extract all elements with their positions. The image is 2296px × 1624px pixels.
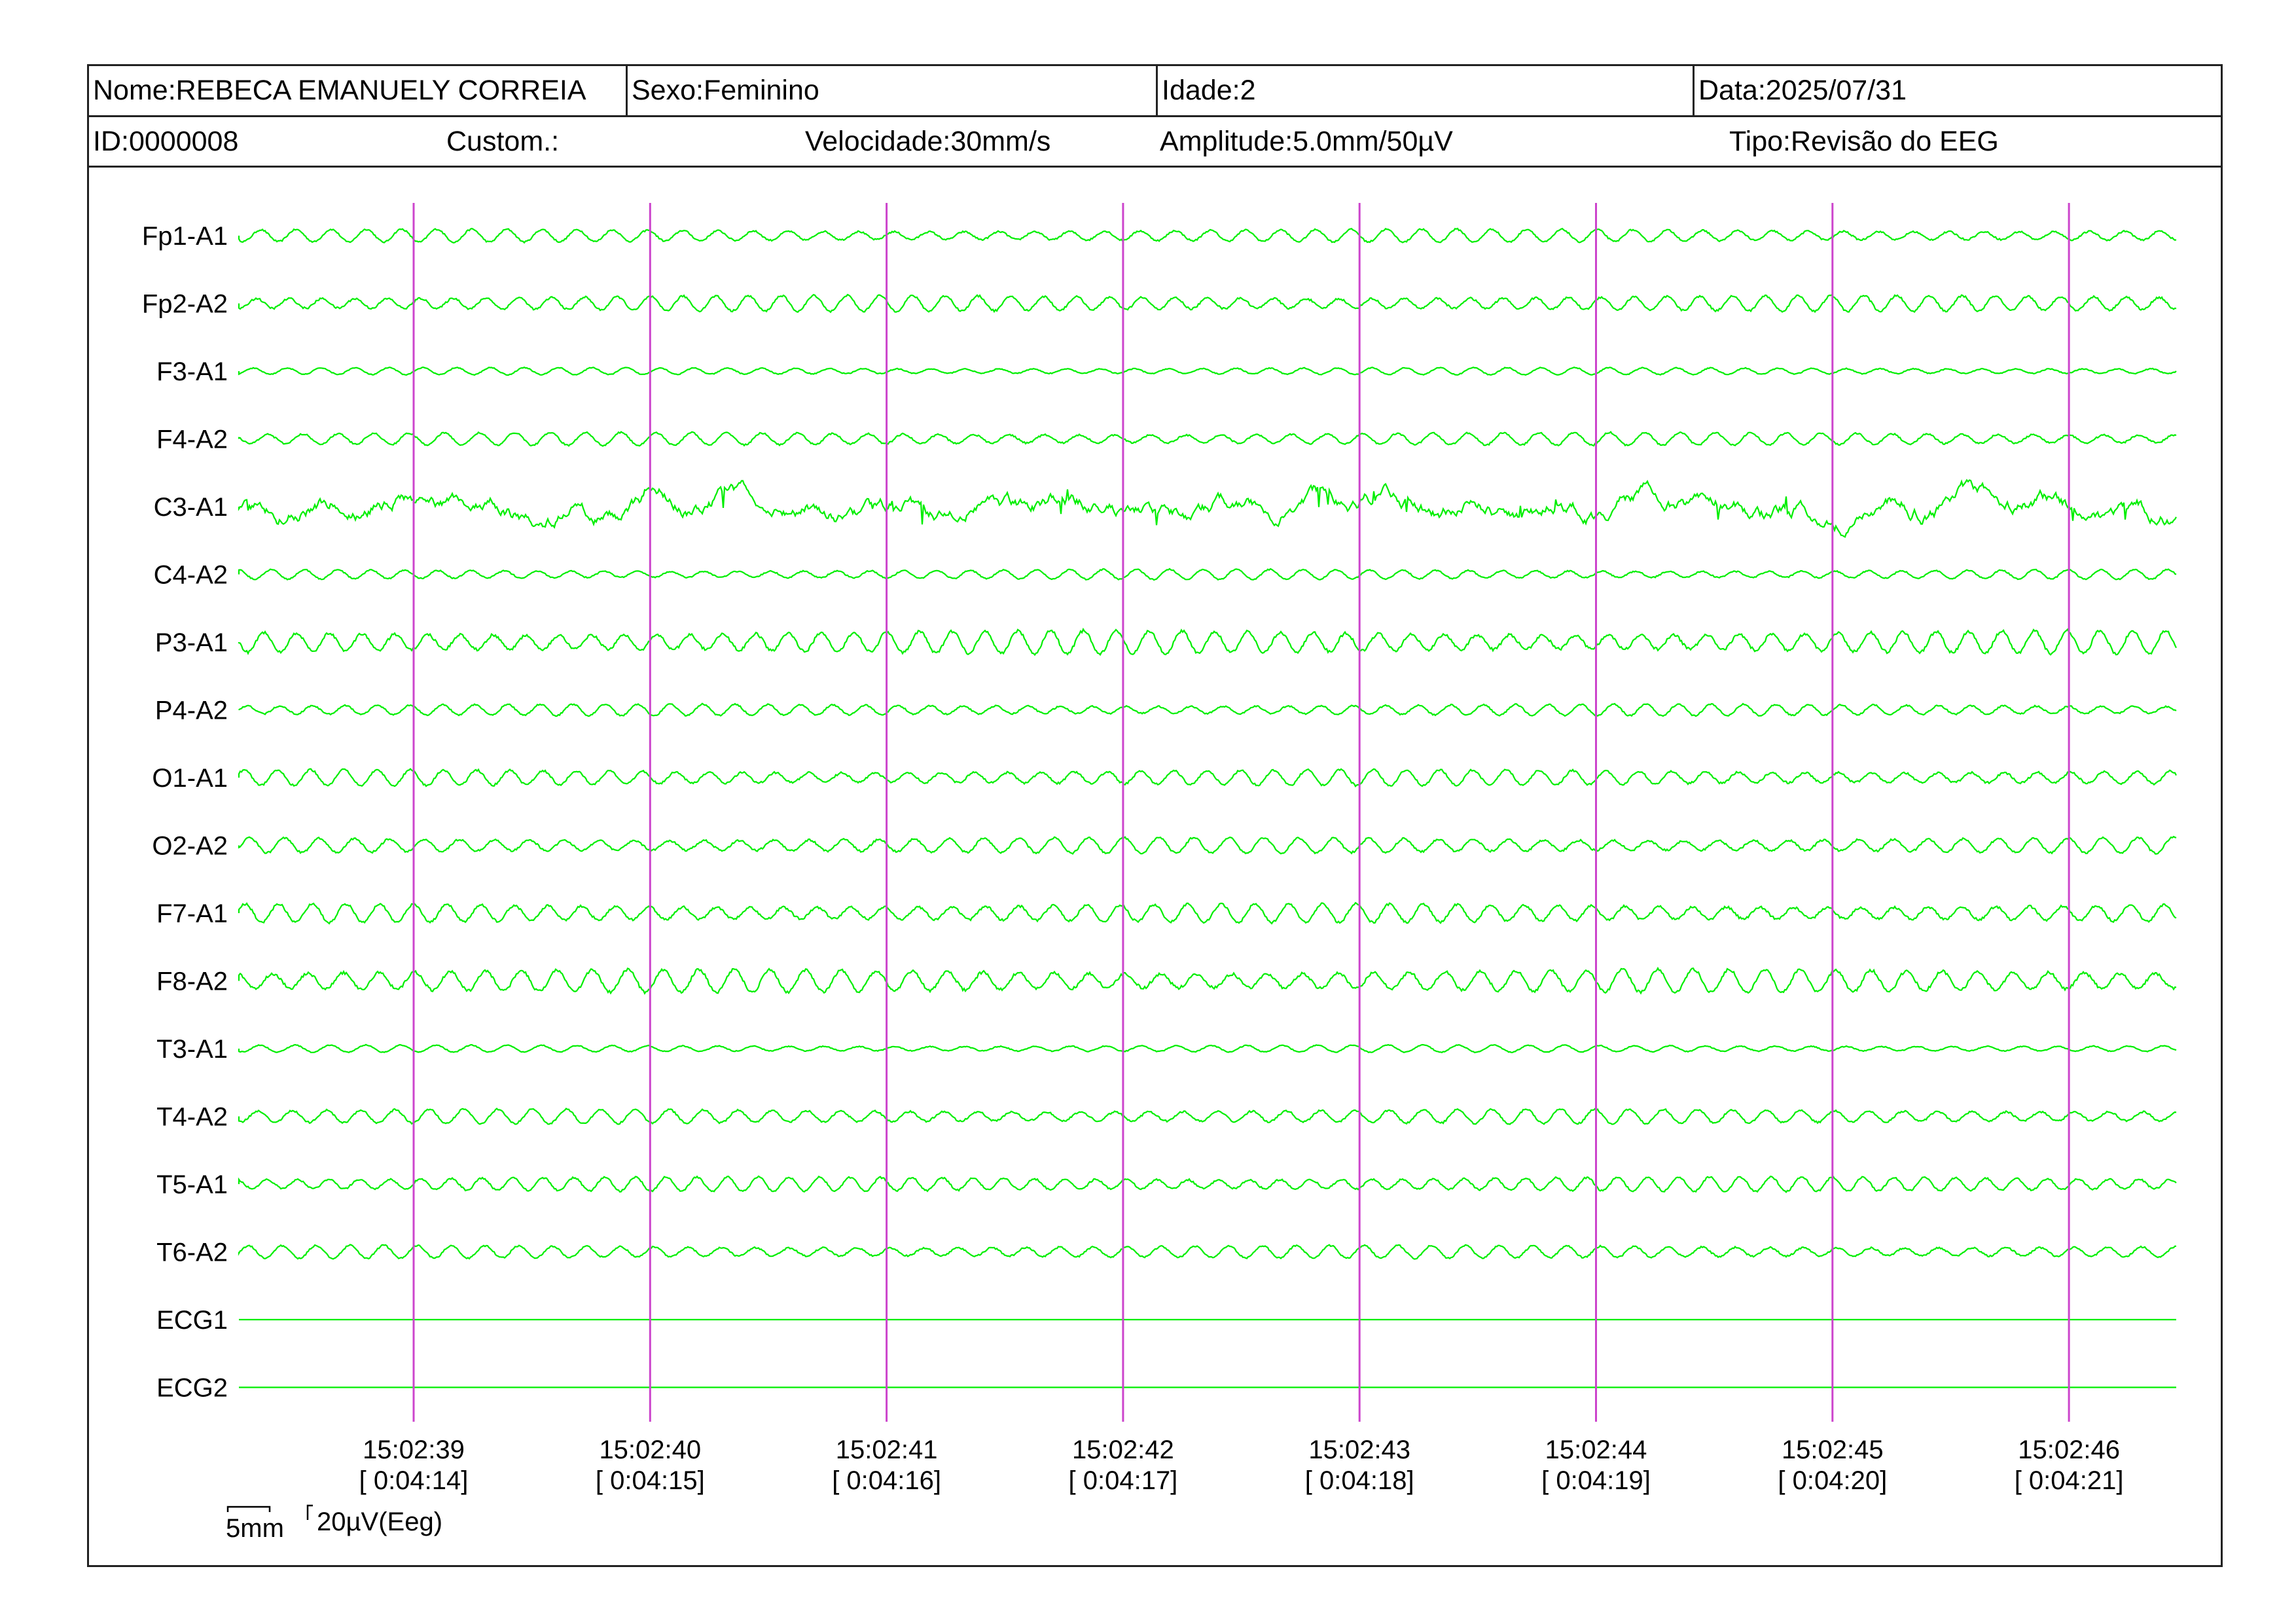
time-marker-clock: 15:02:44	[1545, 1435, 1647, 1464]
time-marker-elapsed: [ 0:04:18]	[1305, 1466, 1414, 1495]
channel-label: C3-A1	[154, 493, 228, 522]
scale-bar-amplitude-label: 20µV(Eeg)	[317, 1507, 442, 1536]
channel-label: F3-A1	[156, 357, 228, 386]
channel-trace	[238, 1043, 2177, 1054]
channel-trace	[238, 966, 2177, 995]
time-marker-elapsed: [ 0:04:14]	[359, 1466, 469, 1495]
time-marker-clock: 15:02:43	[1308, 1435, 1410, 1464]
channel-label: T6-A2	[156, 1238, 228, 1267]
channel-trace	[238, 227, 2177, 244]
channel-trace	[238, 702, 2177, 717]
time-marker-clock: 15:02:40	[599, 1435, 701, 1464]
channel-label: T4-A2	[156, 1103, 228, 1132]
channel-trace	[238, 627, 2177, 657]
channel-trace	[238, 835, 2177, 855]
channel-trace	[238, 478, 2177, 538]
channel-trace	[238, 293, 2177, 314]
scale-bar-amplitude	[306, 1504, 313, 1520]
channel-trace	[238, 568, 2177, 581]
scale-bar-time	[226, 1506, 271, 1512]
channel-label: F7-A1	[156, 899, 228, 928]
time-marker-elapsed: [ 0:04:15]	[596, 1466, 705, 1495]
channel-label: F8-A2	[156, 967, 228, 996]
channel-trace	[238, 901, 2177, 925]
channel-trace	[238, 1108, 2177, 1125]
time-marker-clock: 15:02:42	[1072, 1435, 1174, 1464]
channel-label: Fp1-A1	[142, 222, 228, 251]
time-marker-elapsed: [ 0:04:21]	[2015, 1466, 2124, 1495]
time-marker-elapsed: [ 0:04:16]	[832, 1466, 941, 1495]
channel-label: C4-A2	[154, 561, 228, 590]
eeg-chart: Fp1-A1 Fp2-A2 F3-A1 F4-A2 C3-A1 C4-A2 P3-A1 P4-…	[142, 203, 2177, 1543]
channel-label: Fp2-A2	[142, 290, 228, 319]
channel-label: O2-A2	[152, 832, 228, 861]
channel-trace	[238, 1244, 2176, 1260]
channel-label: ECG2	[156, 1374, 228, 1403]
time-marker-clock: 15:02:46	[2018, 1435, 2120, 1464]
time-marker-clock: 15:02:45	[1782, 1435, 1884, 1464]
time-marker-clock: 15:02:39	[363, 1435, 465, 1464]
channel-label: T3-A1	[156, 1035, 228, 1064]
channel-label: T5-A1	[156, 1170, 228, 1199]
time-marker-elapsed: [ 0:04:19]	[1541, 1466, 1651, 1495]
channel-label: ECG1	[156, 1306, 228, 1335]
channel-trace	[238, 1175, 2177, 1193]
time-marker-elapsed: [ 0:04:17]	[1069, 1466, 1178, 1495]
channel-label: P3-A1	[155, 628, 228, 657]
time-marker-elapsed: [ 0:04:20]	[1778, 1466, 1887, 1495]
channel-trace	[238, 431, 2177, 447]
channel-label: P4-A2	[155, 696, 228, 725]
channel-label: O1-A1	[152, 764, 228, 793]
channel-label: F4-A2	[156, 425, 228, 454]
channel-trace	[238, 768, 2177, 787]
channel-trace	[238, 366, 2177, 376]
scale-bar-time-label: 5mm	[226, 1514, 284, 1543]
time-marker-clock: 15:02:41	[836, 1435, 938, 1464]
